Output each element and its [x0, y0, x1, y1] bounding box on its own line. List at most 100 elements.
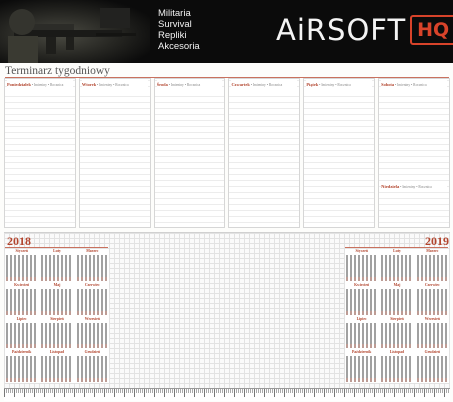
ruler	[4, 388, 450, 401]
month-name: Lipiec	[16, 316, 27, 321]
month-days-grid	[76, 255, 108, 281]
month-name: Październik	[351, 350, 372, 355]
month-block: Styczeń	[5, 249, 38, 282]
month-days-grid	[41, 255, 73, 281]
soldier-rifle-photo-icon	[0, 0, 150, 63]
month-name: Sierpień	[50, 316, 64, 321]
day-header: Poniedziałek • Imieniny • Rocznica	[7, 80, 73, 90]
day-column-friday[interactable]: Piątek • Imieniny • Rocznica	[303, 78, 376, 228]
day-header: Sobota • Imieniny • Rocznica	[381, 80, 447, 90]
month-name: Grudzień	[424, 350, 441, 355]
month-name: Wrzesień	[424, 316, 440, 321]
month-name: Listopad	[389, 350, 405, 355]
logo-mark: HQ	[417, 19, 450, 41]
airsoft-hq-logo: AiRSOFT HQ	[276, 13, 453, 47]
month-name: Maj	[393, 282, 401, 287]
month-days-grid	[6, 255, 38, 281]
month-days-grid	[416, 322, 448, 349]
day-column-saturday[interactable]: Sobota • Imieniny • Rocznica Niedziela •…	[378, 78, 450, 228]
header-banner: Militaria Survival Repliki Akcesoria AiR…	[0, 0, 453, 63]
category-repliki: Repliki	[158, 30, 187, 41]
month-days-grid	[76, 356, 108, 382]
month-days-grid	[416, 356, 448, 382]
day-name: Poniedziałek	[7, 82, 31, 87]
week-columns: Poniedziałek • Imieniny • Rocznica Wtore…	[4, 78, 450, 228]
month-block: Maj	[380, 283, 413, 316]
month-name: Lipiec	[356, 316, 367, 321]
day-column-monday[interactable]: Poniedziałek • Imieniny • Rocznica	[4, 78, 76, 228]
month-block: Styczeń	[345, 249, 378, 282]
day-name: Niedziela	[381, 184, 400, 189]
day-namedays: • Imieniny • Rocznica	[400, 185, 432, 189]
day-name: Wtorek	[81, 82, 97, 87]
month-days-grid	[416, 288, 448, 315]
month-days-grid	[6, 322, 38, 349]
month-name: Marzec	[426, 249, 439, 253]
month-block: Czerwiec	[416, 283, 449, 316]
month-name: Grudzień	[84, 350, 101, 355]
month-block: Październik	[345, 350, 378, 383]
month-block: Sierpień	[380, 317, 413, 350]
logo-badge: HQ	[410, 15, 453, 45]
month-block: Kwiecień	[345, 283, 378, 316]
month-days-grid	[346, 322, 378, 349]
day-namedays: • Imieniny • Rocznica	[250, 83, 283, 87]
planner-title: Terminarz tygodniowy	[5, 65, 110, 77]
month-days-grid	[41, 356, 73, 382]
month-name: Sierpień	[390, 316, 404, 321]
desk-planner-page: Militaria Survival Repliki Akcesoria AiR…	[0, 0, 453, 402]
day-namedays: • Imieniny • Rocznica	[168, 83, 201, 87]
day-name: Piątek	[306, 82, 319, 87]
day-name: Sobota	[381, 82, 395, 87]
month-block: Październik	[5, 350, 38, 383]
month-days-grid	[416, 255, 448, 281]
month-days-grid	[346, 356, 378, 382]
month-name: Czerwiec	[424, 282, 440, 287]
month-days-grid	[346, 288, 378, 315]
month-days-grid	[381, 255, 413, 281]
category-militaria: Militaria	[158, 8, 191, 19]
day-header: Wtorek • Imieniny • Rocznica	[81, 80, 148, 90]
month-name: Kwiecień	[14, 282, 30, 287]
day-name: Środa	[156, 82, 168, 87]
month-name: Styczeń	[15, 249, 28, 253]
day-column-thursday[interactable]: Czwartek • Imieniny • Rocznica	[228, 78, 301, 228]
month-days-grid	[76, 288, 108, 315]
month-block: Wrzesień	[416, 317, 449, 350]
day-header: Środa • Imieniny • Rocznica	[156, 80, 223, 90]
month-name: Luty	[393, 249, 401, 253]
month-block: Maj	[40, 283, 73, 316]
day-header: Czwartek • Imieniny • Rocznica	[231, 80, 298, 90]
year-divider-right	[345, 247, 448, 248]
month-block: Sierpień	[40, 317, 73, 350]
calendar-right: Styczeń Luty Marzec Kwiecień Maj Czerwiec Lipi…	[345, 249, 449, 383]
day-column-tuesday[interactable]: Wtorek • Imieniny • Rocznica	[78, 78, 151, 228]
month-days-grid	[381, 356, 413, 382]
day-namedays: • Imieniny • Rocznica	[394, 83, 427, 87]
month-block: Marzec	[76, 249, 109, 282]
day-column-wednesday[interactable]: Środa • Imieniny • Rocznica	[153, 78, 226, 228]
logo-wordmark: AiRSOFT	[276, 13, 407, 47]
month-name: Maj	[53, 282, 61, 287]
day-header: Piątek • Imieniny • Rocznica	[306, 80, 373, 90]
month-block: Wrzesień	[76, 317, 109, 350]
month-days-grid	[6, 288, 38, 315]
category-list: Militaria Survival Repliki Akcesoria	[158, 8, 200, 52]
day-name: Czwartek	[231, 82, 250, 87]
day-namedays: • Imieniny • Rocznica	[97, 83, 129, 87]
month-name: Listopad	[49, 350, 65, 355]
month-block: Luty	[380, 249, 413, 282]
month-days-grid	[6, 356, 38, 382]
month-block: Lipiec	[345, 317, 378, 350]
month-name: Czerwiec	[84, 282, 100, 287]
month-block: Luty	[40, 249, 73, 282]
month-days-grid	[346, 255, 378, 281]
month-block: Marzec	[416, 249, 449, 282]
month-name: Kwiecień	[354, 282, 370, 287]
month-days-grid	[381, 322, 413, 349]
month-block: Listopad	[40, 350, 73, 383]
month-name: Marzec	[86, 249, 99, 253]
month-days-grid	[41, 322, 73, 349]
month-days-grid	[76, 322, 108, 349]
month-days-grid	[381, 288, 413, 315]
